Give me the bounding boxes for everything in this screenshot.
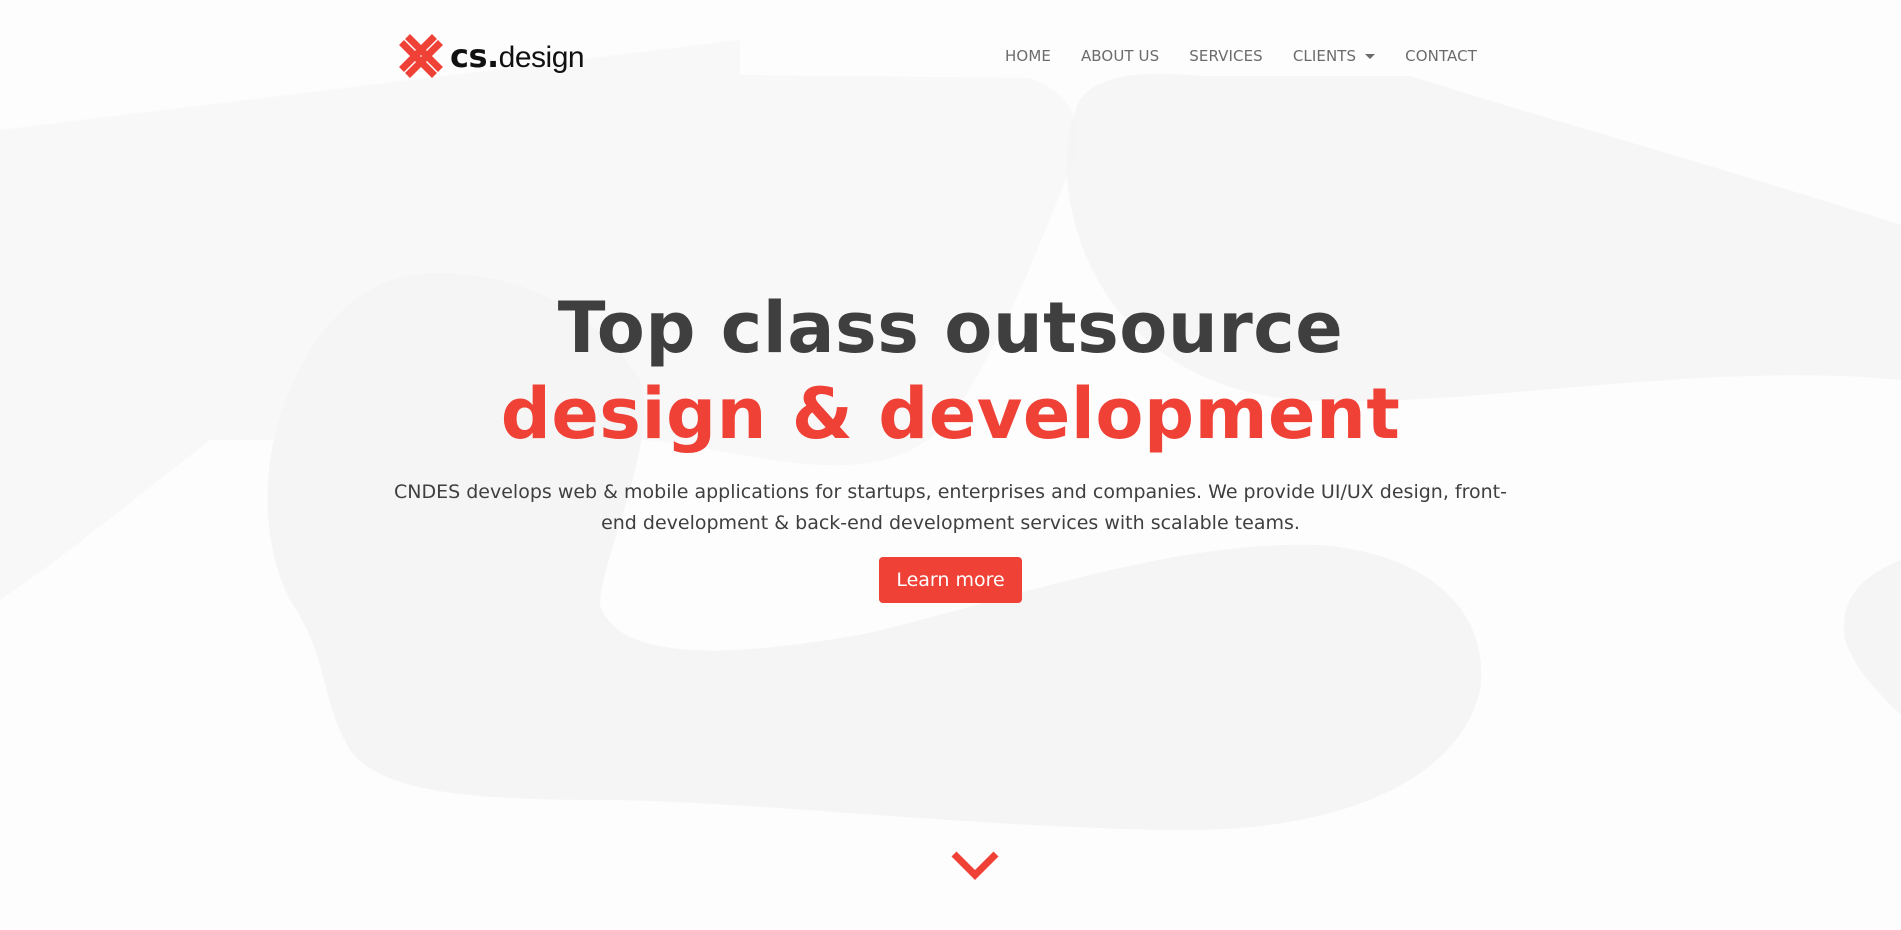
hero-title-line-2: design & development <box>500 373 1401 455</box>
hero-title: Top class outsource design & development <box>0 285 1901 457</box>
nav-services[interactable]: SERVICES <box>1174 47 1278 65</box>
learn-more-button[interactable]: Learn more <box>879 557 1022 603</box>
nav-clients[interactable]: CLIENTS <box>1278 47 1390 65</box>
hero-section: Top class outsource design & development… <box>0 285 1901 603</box>
brand-name: cs.design <box>450 37 585 75</box>
nav-about-us[interactable]: ABOUT US <box>1066 47 1174 65</box>
brand-name-bold: cs. <box>450 37 499 75</box>
nav-contact[interactable]: CONTACT <box>1390 47 1492 65</box>
hero-title-line-1: Top class outsource <box>557 287 1344 369</box>
brand-name-light: design <box>498 41 585 74</box>
brand-logo-link[interactable]: cs.design <box>396 28 585 84</box>
cross-logo-icon <box>399 34 443 78</box>
hero-description: CNDES develops web & mobile applications… <box>394 481 1507 534</box>
nav-home[interactable]: HOME <box>990 47 1066 65</box>
caret-down-icon <box>1365 54 1376 59</box>
nav-clients-label: CLIENTS <box>1292 47 1357 65</box>
chevron-down-icon[interactable] <box>950 848 1000 884</box>
top-navbar: cs.design HOME ABOUT US SERVICES CLIENTS… <box>396 28 1496 88</box>
main-nav: HOME ABOUT US SERVICES CLIENTS CONTACT <box>990 28 1492 84</box>
